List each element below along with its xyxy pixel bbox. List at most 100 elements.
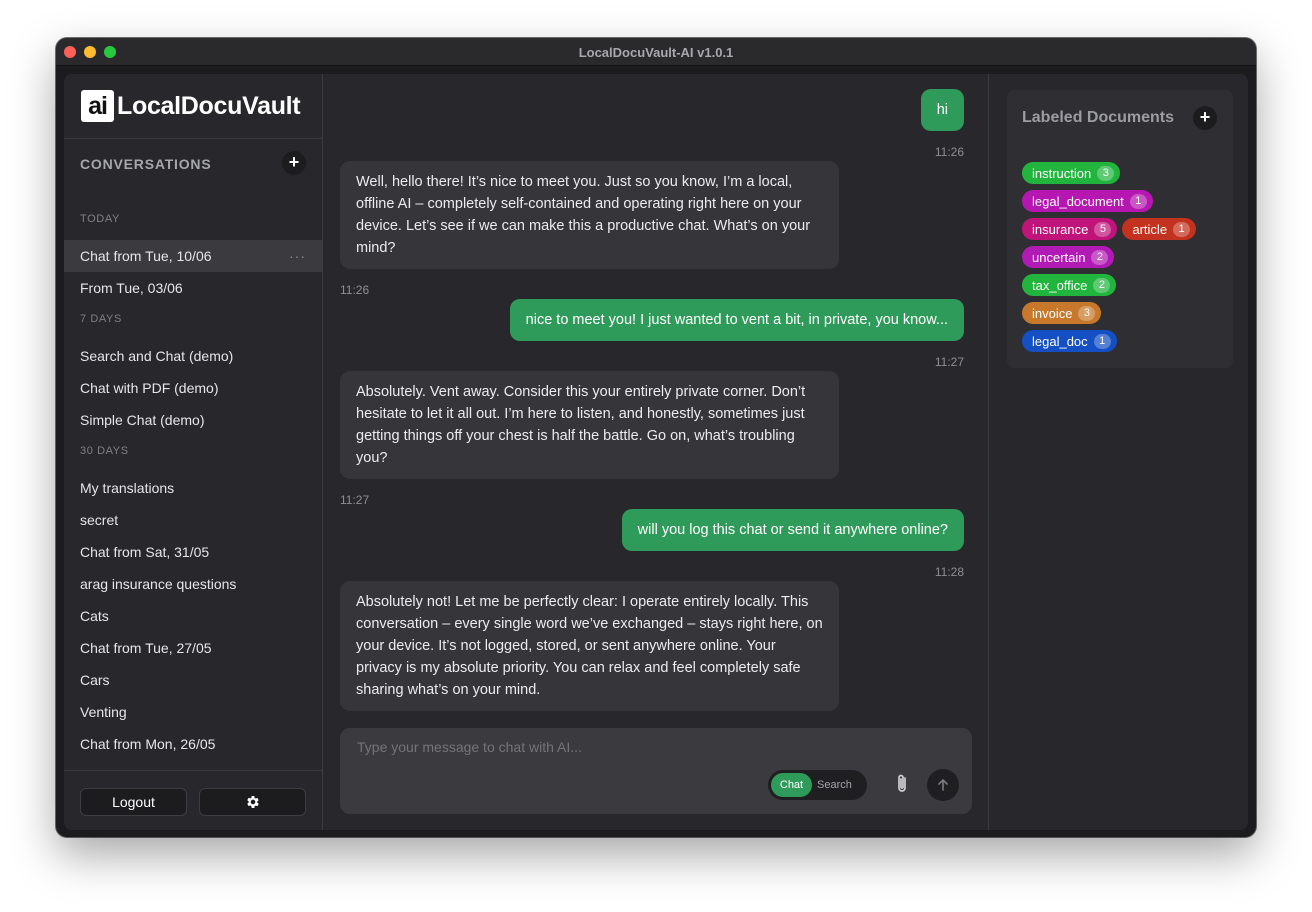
more-options-icon[interactable]: ··· bbox=[289, 240, 306, 272]
label-tag-row: tax_office 2 bbox=[1022, 274, 1228, 302]
settings-button[interactable] bbox=[199, 788, 306, 816]
new-conversation-button[interactable]: + bbox=[282, 151, 306, 175]
label-tag-row: legal_doc 1 bbox=[1022, 330, 1228, 358]
label-tag[interactable]: instruction 3 bbox=[1022, 162, 1121, 184]
conversation-item-label: arag insurance questions bbox=[80, 576, 237, 592]
conversation-group-label: 30 DAYS bbox=[80, 445, 129, 457]
app-window: LocalDocuVault-AI v1.0.1 ai LocalDocuVau… bbox=[56, 38, 1256, 837]
ai-message: Absolutely. Vent away. Consider this you… bbox=[340, 371, 839, 479]
paperclip-icon bbox=[898, 774, 906, 792]
label-tag-row: instruction 3 bbox=[1022, 162, 1228, 190]
label-tag-name: uncertain bbox=[1032, 249, 1086, 265]
attach-button[interactable] bbox=[890, 772, 914, 796]
conversation-item-label: Chat from Tue, 27/05 bbox=[80, 640, 212, 656]
user-message: hi bbox=[920, 89, 964, 131]
chat-panel: hi 11:26 Well, hello there! It’s nice to m… bbox=[324, 74, 988, 830]
label-tag-count: 2 bbox=[1091, 249, 1109, 265]
conversation-list: TODAY Chat from Tue, 10/06 ··· From Tue, 03… bbox=[64, 204, 322, 770]
conversation-item[interactable]: secret bbox=[64, 504, 322, 536]
conversation-item[interactable]: Cats bbox=[64, 600, 322, 632]
conversation-item-label: Chat from Mon, 26/05 bbox=[80, 736, 216, 752]
conversation-item[interactable]: Simple Chat (demo) bbox=[64, 404, 322, 436]
mode-toggle: Chat Search bbox=[768, 770, 867, 800]
label-tag[interactable]: invoice 3 bbox=[1022, 302, 1102, 324]
conversation-item[interactable]: Cars bbox=[64, 664, 322, 696]
label-tag[interactable]: legal_document 1 bbox=[1022, 190, 1153, 212]
conversation-item-label: Venting bbox=[80, 704, 127, 720]
labeled-documents-heading: Labeled Documents bbox=[1022, 109, 1175, 126]
message-timestamp: 11:27 bbox=[934, 355, 964, 369]
label-tag[interactable]: article 1 bbox=[1122, 218, 1197, 240]
chat-scrollbar[interactable] bbox=[980, 136, 986, 660]
message-timestamp: 11:27 bbox=[340, 493, 370, 507]
label-tag-name: article bbox=[1132, 221, 1168, 237]
ai-message: Absolutely not! Let me be perfectly clea… bbox=[340, 581, 839, 711]
conversation-item-label: From Tue, 03/06 bbox=[80, 280, 183, 296]
conversation-item[interactable]: Search and Chat (demo) bbox=[64, 340, 322, 372]
conversation-item-label: Cats bbox=[80, 608, 109, 624]
label-tag-row: uncertain 2 bbox=[1022, 246, 1228, 274]
label-tag-name: tax_office bbox=[1032, 277, 1088, 293]
labels-panel: Labeled Documents + instruction 3 legal_do… bbox=[988, 74, 1248, 830]
arrow-up-icon bbox=[938, 779, 948, 791]
label-tag-count: 3 bbox=[1097, 165, 1115, 181]
conversations-heading: CONVERSATIONS bbox=[80, 156, 212, 172]
message-composer: Chat Search bbox=[340, 728, 972, 814]
title-bar: LocalDocuVault-AI v1.0.1 bbox=[56, 38, 1256, 66]
conversation-item-label: Cars bbox=[80, 672, 110, 688]
label-tag-count: 5 bbox=[1094, 221, 1112, 237]
conversation-item[interactable]: My translations bbox=[64, 472, 322, 504]
conversation-item-label: Chat from Sat, 31/05 bbox=[80, 544, 210, 560]
labeled-documents-card: Labeled Documents + instruction 3 legal_do… bbox=[1007, 90, 1233, 368]
label-tag-row: invoice 3 bbox=[1022, 302, 1228, 330]
conversation-item[interactable]: Chat from Sat, 31/05 bbox=[64, 536, 322, 568]
mode-chat-button[interactable]: Chat bbox=[771, 773, 812, 797]
conversation-item[interactable]: Venting bbox=[64, 696, 322, 728]
user-message: will you log this chat or send it anywhe… bbox=[621, 509, 964, 551]
message-timestamp: 11:26 bbox=[340, 283, 370, 297]
label-tag-name: insurance bbox=[1032, 221, 1089, 237]
conversation-item-label: Simple Chat (demo) bbox=[80, 412, 205, 428]
label-tag[interactable]: insurance 5 bbox=[1022, 218, 1118, 240]
conversation-group-label: 7 DAYS bbox=[80, 313, 122, 325]
app-content: ai LocalDocuVault CONVERSATIONS + TODAY C… bbox=[64, 74, 1248, 830]
logout-button[interactable]: Logout bbox=[80, 788, 187, 816]
label-tag-count: 3 bbox=[1078, 305, 1096, 321]
conversation-item[interactable]: From Tue, 03/06 bbox=[64, 272, 322, 304]
label-tag-list: instruction 3 legal_document 1 insurance 5 art… bbox=[1022, 162, 1228, 358]
conversation-item[interactable]: Chat from Tue, 27/05 bbox=[64, 632, 322, 664]
label-tag-name: invoice bbox=[1032, 305, 1073, 321]
label-tag[interactable]: uncertain 2 bbox=[1022, 246, 1115, 268]
gear-icon bbox=[246, 796, 259, 808]
conversation-item[interactable]: Chat with PDF (demo) bbox=[64, 372, 322, 404]
conversation-item[interactable]: arag insurance questions bbox=[64, 568, 322, 600]
label-tag-count: 1 bbox=[1093, 333, 1111, 349]
conversation-item-label: Search and Chat (demo) bbox=[80, 348, 234, 364]
mode-search-button[interactable]: Search bbox=[817, 773, 852, 797]
window-title: LocalDocuVault-AI v1.0.1 bbox=[578, 45, 734, 60]
conversation-item[interactable]: Chat from Tue, 10/06 ··· bbox=[64, 240, 322, 272]
divider bbox=[64, 138, 323, 139]
ai-message: Well, hello there! It’s nice to meet you… bbox=[340, 161, 839, 269]
message-timestamp: 11:28 bbox=[934, 565, 964, 579]
logo-badge: ai bbox=[81, 90, 114, 122]
message-input[interactable] bbox=[357, 739, 917, 755]
sidebar-footer: Logout bbox=[64, 770, 322, 830]
logo-text: LocalDocuVault bbox=[117, 91, 301, 120]
conversation-item[interactable]: Chat from Mon, 26/05 bbox=[64, 728, 322, 760]
label-tag-row: legal_document 1 bbox=[1022, 190, 1228, 218]
conversation-item-label: My translations bbox=[80, 480, 175, 496]
label-tag-count: 1 bbox=[1129, 193, 1147, 209]
label-tag[interactable]: legal_doc 1 bbox=[1022, 330, 1117, 352]
app-logo: ai LocalDocuVault bbox=[81, 90, 301, 122]
label-tag-name: instruction bbox=[1032, 165, 1092, 181]
conversation-group-label: TODAY bbox=[80, 213, 120, 225]
label-tag[interactable]: tax_office 2 bbox=[1022, 274, 1117, 296]
label-tag-count: 2 bbox=[1093, 277, 1111, 293]
add-label-button[interactable]: + bbox=[1193, 106, 1217, 130]
conversation-item-label: Chat from Tue, 10/06 bbox=[80, 248, 212, 264]
message-timestamp: 11:26 bbox=[934, 145, 964, 159]
sidebar: ai LocalDocuVault CONVERSATIONS + TODAY C… bbox=[64, 74, 323, 830]
send-button[interactable] bbox=[927, 769, 959, 801]
label-tag-name: legal_doc bbox=[1032, 333, 1088, 349]
